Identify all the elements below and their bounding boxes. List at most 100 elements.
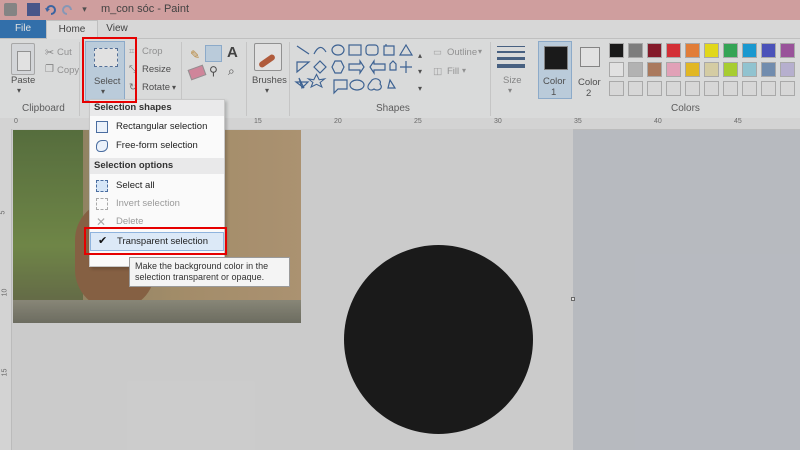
palette-swatch[interactable]	[761, 43, 776, 58]
palette-swatch[interactable]	[666, 43, 681, 58]
palette-empty-swatch[interactable]	[628, 81, 643, 96]
palette-swatch[interactable]	[780, 62, 795, 77]
fill-button[interactable]: Fill	[447, 66, 459, 77]
palette-empty-swatch[interactable]	[666, 81, 681, 96]
resize-button[interactable]: Resize	[142, 64, 171, 75]
palette-swatch[interactable]	[742, 62, 757, 77]
pencil-icon[interactable]: ✎	[190, 48, 200, 62]
palette-empty-swatch[interactable]	[704, 81, 719, 96]
magnifier-icon[interactable]: ⌕	[228, 64, 235, 79]
palette-swatch[interactable]	[704, 62, 719, 77]
palette-swatch[interactable]	[628, 43, 643, 58]
size-button[interactable]: Size	[503, 75, 521, 86]
color1-label: Color	[543, 76, 566, 87]
crop-button[interactable]: Crop	[142, 46, 163, 57]
free-form-selection-icon	[96, 140, 108, 152]
size-dropdown-arrow-icon[interactable]: ▾	[508, 86, 512, 95]
palette-empty-swatch[interactable]	[761, 81, 776, 96]
outline-button[interactable]: Outline	[447, 47, 477, 58]
palette-swatch[interactable]	[780, 43, 795, 58]
cut-button[interactable]: Cut	[57, 47, 72, 58]
save-icon[interactable]	[27, 3, 40, 16]
rotate-button[interactable]: Rotate	[142, 82, 170, 93]
shapes-gallery[interactable]	[294, 42, 424, 97]
tooltip-line-1: Make the background color in the	[135, 261, 269, 271]
palette-empty-swatch[interactable]	[647, 81, 662, 96]
brushes-icon[interactable]	[254, 43, 282, 71]
palette-swatch[interactable]	[666, 62, 681, 77]
outline-icon: ▭	[433, 47, 442, 58]
palette-swatch[interactable]	[647, 62, 662, 77]
select-all-label: Select all	[116, 180, 155, 191]
clipboard-group-label: Clipboard	[22, 103, 65, 114]
rotate-dropdown-arrow-icon[interactable]: ▾	[172, 83, 176, 92]
palette-swatch[interactable]	[742, 43, 757, 58]
menu-item-invert-selection[interactable]: Invert selection	[90, 195, 224, 213]
undo-icon[interactable]	[44, 3, 57, 16]
paste-icon[interactable]	[11, 43, 35, 75]
brushes-button[interactable]: Brushes	[252, 75, 287, 86]
palette-empty-swatch[interactable]	[685, 81, 700, 96]
palette-empty-swatch[interactable]	[723, 81, 738, 96]
group-divider	[246, 42, 247, 116]
group-divider	[79, 42, 80, 116]
menu-item-rectangular-selection[interactable]: Rectangular selection	[90, 118, 224, 136]
menu-item-select-all[interactable]: Select all	[90, 177, 224, 195]
size-icon[interactable]	[497, 44, 525, 70]
palette-swatch[interactable]	[685, 62, 700, 77]
select-all-icon	[96, 180, 108, 192]
palette-empty-swatch[interactable]	[609, 81, 624, 96]
tab-view[interactable]: View	[97, 20, 137, 38]
copy-button[interactable]: Copy	[57, 65, 79, 76]
free-form-selection-label: Free-form selection	[116, 140, 198, 151]
fill-icon: ◫	[433, 66, 442, 77]
eraser-icon[interactable]	[187, 64, 207, 81]
palette-swatch[interactable]	[609, 62, 624, 77]
fill-dropdown-arrow-icon[interactable]: ▾	[462, 66, 466, 75]
paint-app-icon	[4, 3, 17, 16]
canvas-resize-handle[interactable]	[571, 297, 575, 301]
color-palette	[609, 43, 800, 99]
color1-button[interactable]: Color 1	[538, 41, 572, 99]
window-title: m_con sóc - Paint	[101, 3, 190, 15]
group-divider	[289, 42, 290, 116]
ruler-tick-label: 40	[654, 118, 662, 125]
transparent-selection-tooltip: Make the background color in the selecti…	[129, 257, 290, 287]
tab-file[interactable]: File	[0, 20, 46, 38]
palette-swatch[interactable]	[609, 43, 624, 58]
invert-selection-icon	[96, 198, 108, 210]
color2-label: Color	[578, 77, 601, 88]
customize-toolbar-chevron-icon[interactable]: ▾	[78, 3, 91, 16]
palette-swatch[interactable]	[704, 43, 719, 58]
redo-icon[interactable]	[61, 3, 74, 16]
palette-swatch[interactable]	[628, 62, 643, 77]
fill-bucket-icon[interactable]	[205, 45, 222, 62]
paste-button[interactable]: Paste	[11, 75, 35, 86]
paste-dropdown-arrow-icon[interactable]: ▾	[17, 86, 21, 95]
palette-swatch[interactable]	[723, 43, 738, 58]
palette-swatch[interactable]	[647, 43, 662, 58]
foliage-background	[13, 130, 83, 323]
black-circle-shape[interactable]	[344, 245, 533, 434]
palette-swatch[interactable]	[685, 43, 700, 58]
palette-empty-swatch[interactable]	[742, 81, 757, 96]
palette-swatch[interactable]	[761, 62, 776, 77]
brushes-dropdown-arrow-icon[interactable]: ▾	[265, 86, 269, 95]
ruler-tick-label: 0	[14, 118, 18, 125]
color-picker-icon[interactable]: ⚲	[209, 64, 218, 78]
text-tool-icon[interactable]: A	[227, 44, 238, 61]
palette-swatch[interactable]	[723, 62, 738, 77]
menu-item-free-form-selection[interactable]: Free-form selection	[90, 137, 224, 155]
gallery-scroll-down-icon[interactable]: ▾	[418, 67, 422, 76]
color2-number: 2	[586, 88, 592, 99]
ruler-tick-label: 25	[414, 118, 422, 125]
palette-empty-swatch[interactable]	[780, 81, 795, 96]
gallery-scroll-up-icon[interactable]: ▴	[418, 51, 422, 60]
vertical-ruler: 5 10 15	[0, 129, 12, 450]
gallery-more-icon[interactable]: ▾	[418, 84, 422, 93]
shapes-gallery-icons	[294, 43, 414, 95]
ruler-tick-label: 15	[254, 118, 262, 125]
vertical-ruler-tick-label: 5	[0, 210, 7, 215]
outline-dropdown-arrow-icon[interactable]: ▾	[478, 47, 482, 56]
color2-button[interactable]: Color 2	[576, 41, 606, 99]
